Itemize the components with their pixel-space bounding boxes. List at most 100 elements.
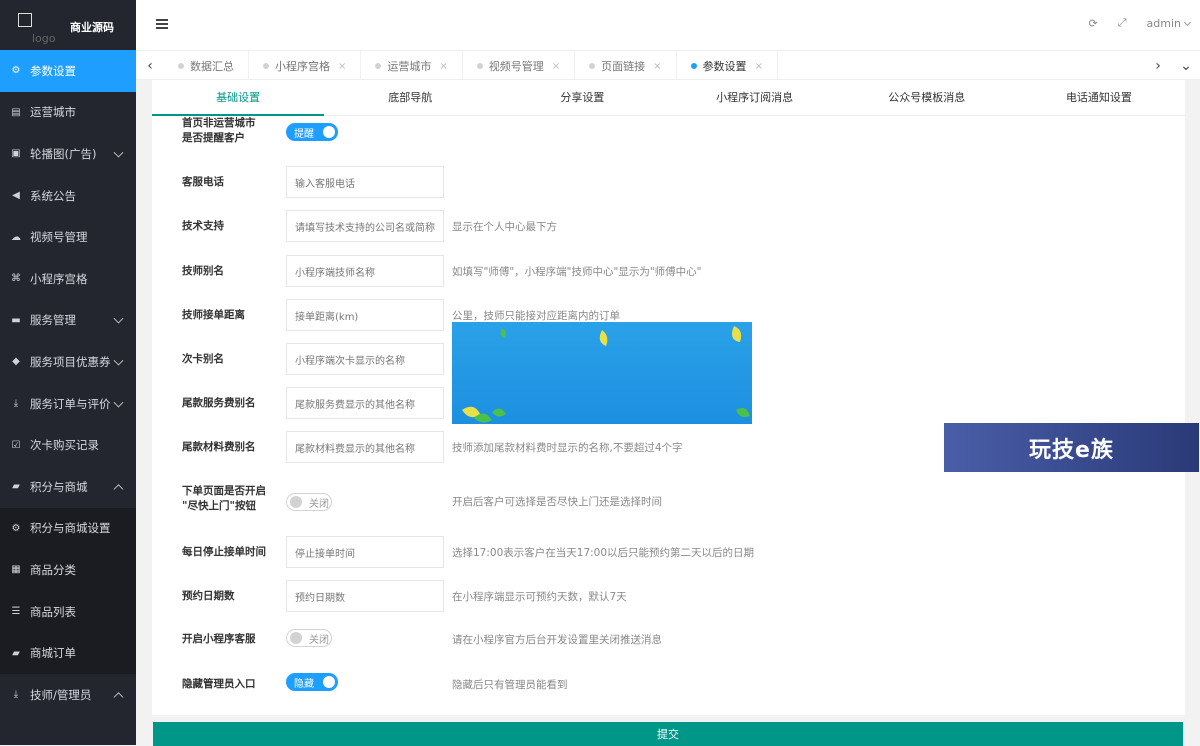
asap-button-switch[interactable]: 关闭	[286, 493, 332, 511]
sidebar-item-products[interactable]: ☰ 商品列表	[0, 591, 136, 633]
sidebar-item-card-records[interactable]: ☑次卡购买记录	[0, 424, 136, 466]
sidebar-item-params[interactable]: ⚙参数设置	[0, 50, 136, 92]
list-icon: ▬	[10, 314, 22, 326]
mp-service-switch[interactable]: 关闭	[286, 629, 332, 647]
field-label: 首页非运营城市是否提醒客户	[182, 116, 256, 146]
sidebar-item-label: 服务项目优惠券	[30, 354, 111, 370]
brand-title: 商业源码	[70, 19, 114, 35]
remind-city-switch[interactable]: 提醒	[286, 123, 338, 141]
document-icon: ▤	[10, 106, 22, 118]
tab-grid[interactable]: 小程序宫格 ×	[249, 51, 361, 81]
sidebar-item-announcements[interactable]: ◀系统公告	[0, 175, 136, 217]
download-icon: ⤓	[10, 398, 22, 410]
stop-time-input[interactable]: 停止接单时间	[286, 536, 444, 568]
sidebar-item-carousel[interactable]: ▣轮播图(广告)	[0, 133, 136, 175]
submit-button[interactable]: 提交	[153, 722, 1183, 746]
tab-dot-icon	[477, 63, 483, 69]
sliders-icon: ☰	[10, 606, 22, 618]
booking-days-input[interactable]: 预约日期数	[286, 580, 444, 612]
sidebar-item-cities[interactable]: ▤运营城市	[0, 92, 136, 134]
cart-icon: ▰	[10, 481, 22, 493]
tab-dot-icon	[178, 63, 184, 69]
close-icon[interactable]: ×	[338, 61, 346, 72]
close-icon[interactable]: ×	[552, 61, 560, 72]
sidebar: logo 商业源码 ⚙参数设置 ▤运营城市 ▣轮播图(广告) ◀系统公告 ☁视频…	[0, 0, 136, 745]
chevron-down-icon	[114, 356, 124, 366]
sidebar-item-label: 积分与商城设置	[30, 520, 111, 536]
tab-params[interactable]: 参数设置 ×	[677, 51, 778, 81]
sidebar-item-label: 商品分类	[30, 562, 76, 578]
tab-video[interactable]: 视频号管理×	[463, 51, 575, 81]
top-header: ⟳ ⤢ admin	[136, 0, 1200, 50]
balance-service-input[interactable]: 尾款服务费显示的其他名称	[286, 387, 444, 419]
close-icon[interactable]: ×	[755, 61, 763, 72]
field-hint: 技师添加尾款材料费时显示的名称,不要超过4个字	[452, 440, 683, 455]
tab-scroll-left-icon[interactable]: ‹	[136, 51, 164, 81]
subtab-share[interactable]: 分享设置	[496, 80, 668, 115]
sidebar-item-mall[interactable]: ▰积分与商城	[0, 466, 136, 508]
tab-label: 运营城市	[387, 58, 431, 74]
field-hint: 选择17:00表示客户在当天17:00以后只能预约第二天以后的日期	[452, 545, 754, 560]
card-alias-input[interactable]: 小程序端次卡显示的名称	[286, 343, 444, 375]
tab-cities[interactable]: 运营城市 ×	[361, 51, 462, 81]
subtab-basic[interactable]: 基础设置	[152, 80, 324, 115]
watermark-banner: 玩技e族	[944, 423, 1199, 472]
refresh-icon[interactable]: ⟳	[1089, 17, 1098, 30]
tab-label: 数据汇总	[190, 58, 234, 74]
sidebar-item-technicians[interactable]: ⤓技师/管理员	[0, 674, 136, 716]
tag-icon: ◆	[10, 356, 22, 368]
sidebar-item-orders[interactable]: ⤓服务订单与评价	[0, 383, 136, 425]
tech-distance-input[interactable]: 接单距离(km)	[286, 299, 444, 331]
chevron-down-icon[interactable]: ⌄	[1172, 51, 1200, 81]
close-icon[interactable]: ×	[439, 61, 447, 72]
hide-admin-switch[interactable]: 隐藏	[286, 673, 338, 691]
close-icon[interactable]: ×	[653, 61, 661, 72]
sidebar-item-grid[interactable]: ⌘小程序宫格	[0, 258, 136, 300]
field-hint: 请在小程序官方后台开发设置里关闭推送消息	[452, 632, 662, 647]
image-icon: ▣	[10, 148, 22, 160]
subtab-mp-subscribe[interactable]: 小程序订阅消息	[669, 80, 841, 115]
sidebar-item-label: 参数设置	[30, 63, 76, 79]
fullscreen-icon[interactable]: ⤢	[1118, 16, 1127, 30]
tabs: 数据汇总 小程序宫格 × 运营城市 × 视频号管理× 页面链接× 参数设置 ×	[164, 51, 778, 81]
sidebar-item-video[interactable]: ☁视频号管理	[0, 216, 136, 258]
tab-links[interactable]: 页面链接×	[575, 51, 676, 81]
tab-scroll-right-icon[interactable]: ›	[1144, 51, 1172, 81]
admin-menu[interactable]: admin	[1147, 17, 1190, 30]
sidebar-item-label: 服务管理	[30, 312, 76, 328]
subtab-oa-template[interactable]: 公众号模板消息	[841, 80, 1013, 115]
field-label: 下单页面是否开启"尽快上门"按钮	[182, 484, 266, 514]
chevron-down-icon	[114, 148, 124, 158]
tech-support-input[interactable]: 请填写技术支持的公司名或简称	[286, 210, 444, 242]
sidebar-item-mall-orders[interactable]: ▰ 商城订单	[0, 632, 136, 674]
sidebar-item-coupons[interactable]: ◆ 服务项目优惠券	[0, 341, 136, 383]
tab-dashboard[interactable]: 数据汇总	[164, 51, 249, 81]
field-label: 尾款服务费别名	[182, 396, 256, 411]
tech-alias-input[interactable]: 小程序端技师名称	[286, 255, 444, 287]
chevron-down-icon	[114, 314, 124, 324]
tab-label: 参数设置	[703, 58, 747, 74]
menu-toggle-icon[interactable]	[156, 19, 168, 29]
sidebar-item-mall-settings[interactable]: ⚙积分与商城设置	[0, 508, 136, 550]
tab-label: 小程序宫格	[275, 58, 330, 74]
grid-icon: ▦	[10, 564, 22, 576]
service-phone-input[interactable]: 输入客服电话	[286, 166, 444, 198]
sidebar-item-label: 商城订单	[30, 645, 76, 661]
subtab-phone-notify[interactable]: 电话通知设置	[1013, 80, 1185, 115]
field-label: 尾款材料费别名	[182, 440, 256, 455]
sidebar-item-services[interactable]: ▬ 服务管理	[0, 300, 136, 342]
sidebar-item-label: 系统公告	[30, 188, 76, 204]
sidebar-item-label: 小程序宫格	[30, 271, 88, 287]
tab-bar: ‹ 数据汇总 小程序宫格 × 运营城市 × 视频号管理× 页面链接× 参数设置 × ›…	[136, 50, 1200, 80]
cart-icon: ▰	[10, 647, 22, 659]
field-hint: 隐藏后只有管理员能看到	[452, 677, 568, 692]
sidebar-item-label: 视频号管理	[30, 229, 88, 245]
sidebar-item-categories[interactable]: ▦ 商品分类	[0, 549, 136, 591]
field-label: 技术支持	[182, 219, 224, 234]
balance-material-input[interactable]: 尾款材料费显示的其他名称	[286, 431, 444, 463]
sidebar-item-label: 商品列表	[30, 604, 76, 620]
tab-dot-icon	[263, 63, 269, 69]
subtab-bottom-nav[interactable]: 底部导航	[324, 80, 496, 115]
sidebar-item-label: 技师/管理员	[30, 687, 91, 703]
tab-dot-icon	[375, 63, 381, 69]
